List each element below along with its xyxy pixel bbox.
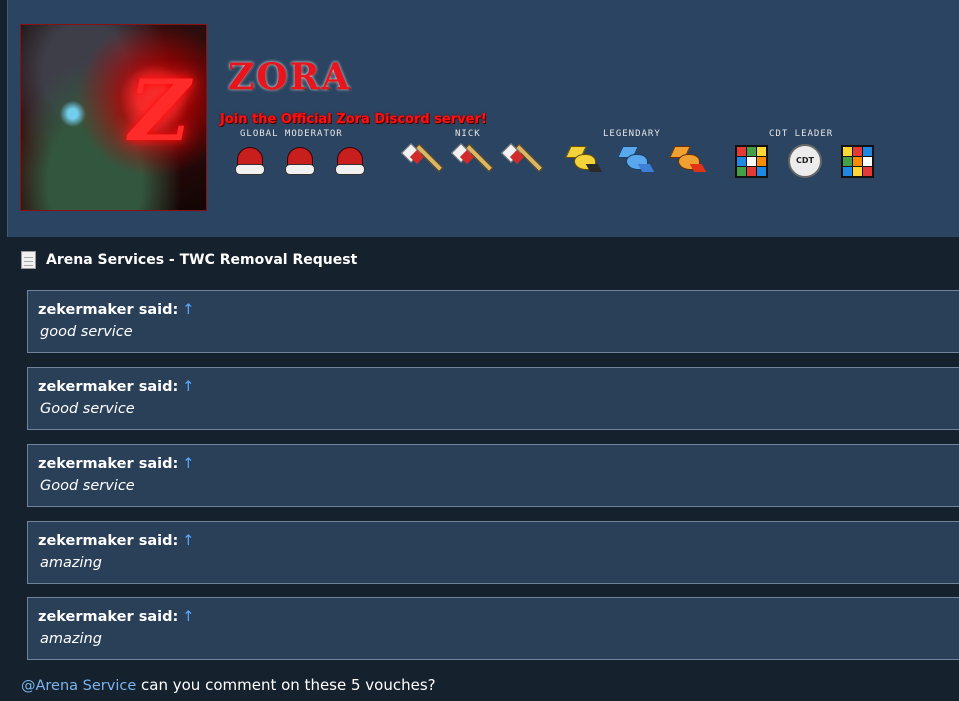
quote-author: zekermaker said:	[38, 533, 179, 549]
nick-icons	[398, 142, 548, 178]
santa-hat-icon	[282, 142, 316, 178]
zora-logo: ZORA	[228, 56, 352, 98]
quote-text: Good service	[40, 478, 135, 494]
global-moderator-icons	[232, 142, 372, 178]
cdt-badge-icon: CDT	[788, 144, 822, 178]
quote-header: zekermaker said: ↑	[38, 379, 194, 395]
spear-icon	[398, 142, 444, 178]
quote-block: zekermaker said: ↑ good service	[27, 290, 959, 353]
zapdos-icon	[565, 142, 603, 178]
signature-banner: Z ZORA Join the Official Zora Discord se…	[7, 0, 959, 237]
quote-author: zekermaker said:	[38, 609, 179, 625]
quote-block: zekermaker said: ↑ amazing	[27, 597, 959, 660]
quote-header: zekermaker said: ↑	[38, 456, 194, 472]
articuno-icon	[617, 142, 655, 178]
quote-block: zekermaker said: ↑ Good service	[27, 367, 959, 430]
quote-author: zekermaker said:	[38, 379, 179, 395]
document-icon	[21, 251, 36, 269]
santa-hat-icon	[332, 142, 366, 178]
rubiks-cube-icon	[841, 145, 874, 178]
santa-hat-icon	[232, 142, 266, 178]
quote-header: zekermaker said: ↑	[38, 609, 194, 625]
thread-title: Arena Services - TWC Removal Request	[21, 250, 357, 270]
quote-text: good service	[40, 324, 133, 340]
avatar-letter: Z	[129, 61, 191, 160]
thread-title-text[interactable]: Arena Services - TWC Removal Request	[46, 252, 357, 268]
zora-avatar-image: Z	[20, 24, 207, 211]
rank-label-legendary: LEGENDARY	[603, 129, 661, 139]
spear-icon	[498, 142, 544, 178]
spear-icon	[448, 142, 494, 178]
jump-to-quote-arrow-icon[interactable]: ↑	[182, 609, 194, 625]
discord-invite-link[interactable]: Join the Official Zora Discord server!	[220, 112, 487, 127]
quote-author: zekermaker said:	[38, 456, 179, 472]
cdt-leader-icons: CDT	[735, 142, 885, 178]
quote-header: zekermaker said: ↑	[38, 302, 194, 318]
quote-text: amazing	[40, 555, 102, 571]
rank-label-cdt-leader: CDT LEADER	[769, 129, 834, 139]
quote-text: amazing	[40, 631, 102, 647]
rank-label-nick: NICK	[455, 129, 481, 139]
reply-text: can you comment on these 5 vouches?	[136, 676, 436, 694]
legendary-icons	[565, 142, 718, 178]
rubiks-cube-icon	[735, 145, 768, 178]
jump-to-quote-arrow-icon[interactable]: ↑	[182, 302, 194, 318]
rank-label-global-moderator: GLOBAL MODERATOR	[240, 129, 343, 139]
user-mention-link[interactable]: @Arena Service	[21, 678, 136, 694]
quote-text: Good service	[40, 401, 135, 417]
quote-block: zekermaker said: ↑ Good service	[27, 444, 959, 507]
quote-block: zekermaker said: ↑ amazing	[27, 521, 959, 584]
jump-to-quote-arrow-icon[interactable]: ↑	[182, 533, 194, 549]
reply-message: @Arena Service can you comment on these …	[21, 676, 436, 694]
quote-header: zekermaker said: ↑	[38, 533, 194, 549]
jump-to-quote-arrow-icon[interactable]: ↑	[182, 456, 194, 472]
moltres-icon	[669, 142, 707, 178]
jump-to-quote-arrow-icon[interactable]: ↑	[182, 379, 194, 395]
quote-author: zekermaker said:	[38, 302, 179, 318]
